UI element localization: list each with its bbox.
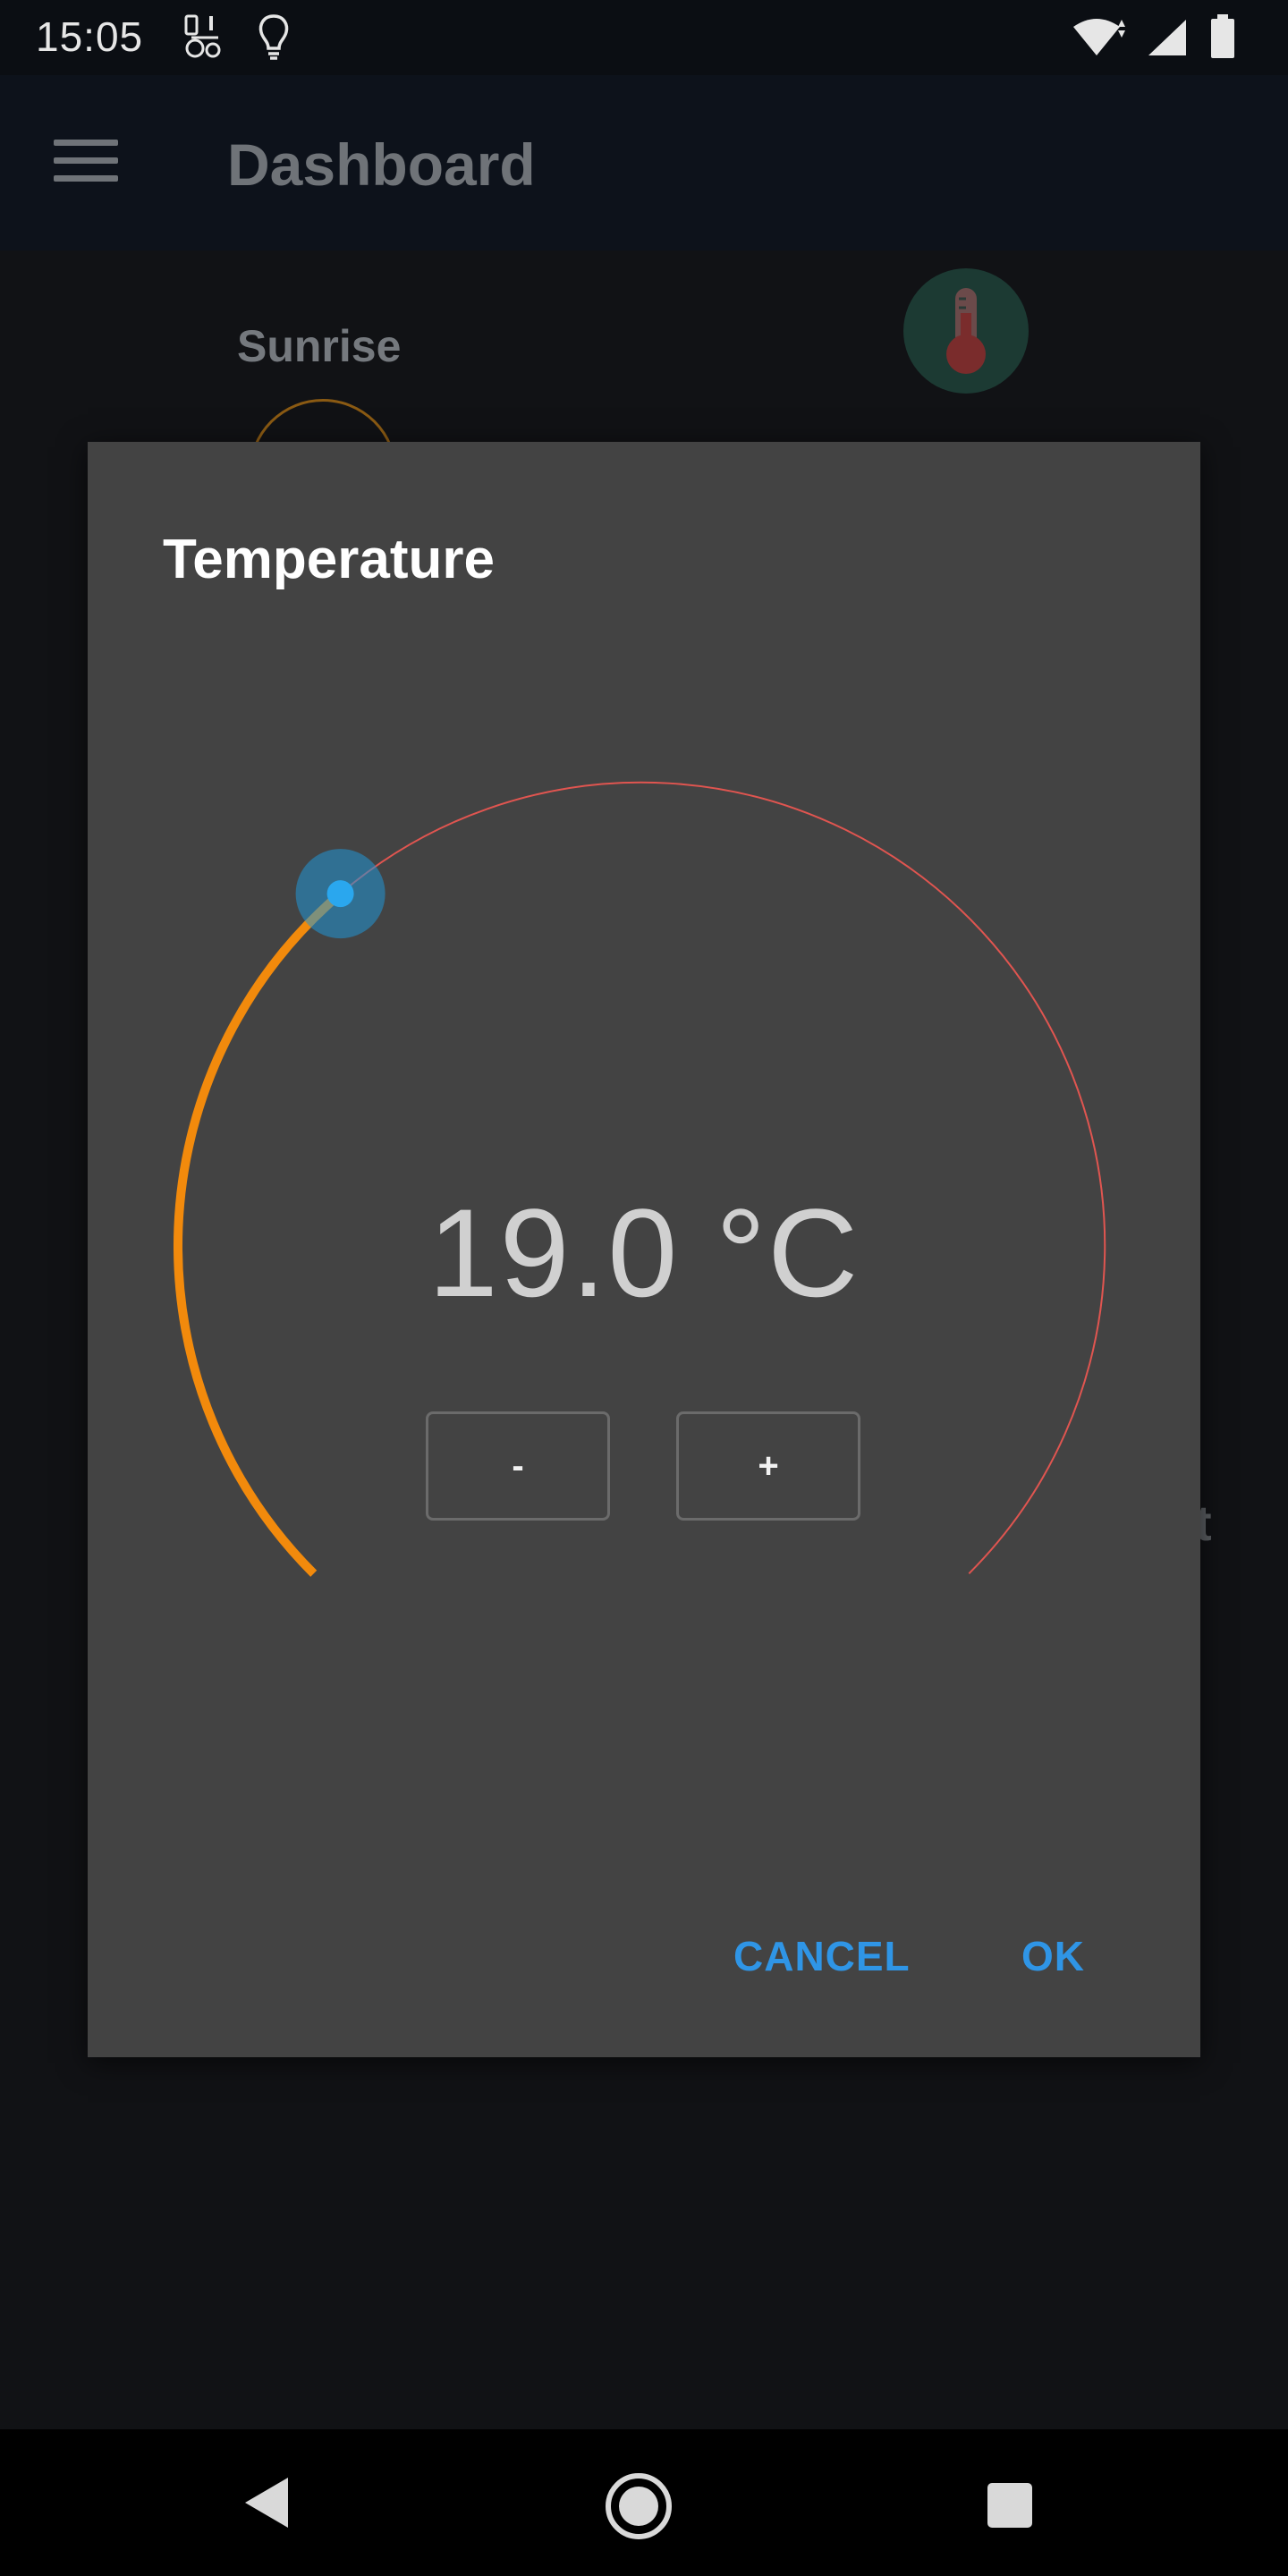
app-bar: Dashboard: [0, 75, 1288, 250]
thermometer-icon: [946, 288, 986, 374]
status-time: 15:05: [36, 13, 144, 60]
dial-thumb[interactable]: [326, 880, 354, 908]
temperature-value: 19.0 °C: [428, 1182, 860, 1323]
battery-icon: [1211, 14, 1234, 58]
recents-icon[interactable]: [986, 2481, 1034, 2529]
hamburger-menu-icon[interactable]: [54, 140, 118, 188]
decrement-button[interactable]: -: [426, 1411, 610, 1521]
sunrise-widget-label: Sunrise: [237, 321, 402, 371]
home-icon[interactable]: [603, 2470, 674, 2542]
ok-button[interactable]: OK: [1021, 1932, 1085, 1980]
notification-app-icon: [184, 14, 221, 58]
temperature-dialog: Temperature 19.0 °C - + CANCEL OK: [88, 442, 1200, 2057]
status-bar: 15:05: [0, 0, 1288, 75]
page-title: Dashboard: [227, 131, 536, 198]
increment-button[interactable]: +: [676, 1411, 860, 1521]
wifi-icon: [1073, 19, 1125, 55]
lightbulb-icon: [258, 14, 289, 60]
cancel-button[interactable]: CANCEL: [733, 1932, 911, 1980]
navigation-bar: [0, 2429, 1288, 2576]
back-icon[interactable]: [242, 2476, 292, 2529]
thermometer-widget-button[interactable]: [903, 268, 1029, 394]
signal-icon: [1148, 20, 1186, 55]
